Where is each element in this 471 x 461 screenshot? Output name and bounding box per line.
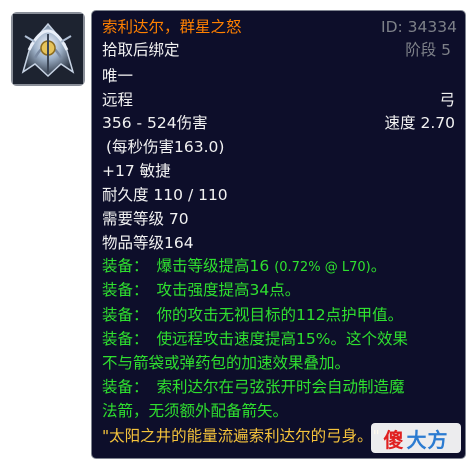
equip-prefix: 装备：: [102, 281, 149, 299]
flavor-text: "太阳之井的能量流遍索利达尔的弓身。": [102, 427, 380, 445]
stat-agility: +17 敏捷: [102, 162, 171, 180]
watermark-text: 大方: [406, 427, 449, 452]
equip-line-5-cont: 法箭，无须额外配备箭矢。: [102, 402, 289, 420]
equip-line-2: 装备： 攻击强度提高34点。: [102, 280, 300, 300]
equip-text: 你的攻击无视目标的112点护甲值。: [156, 306, 404, 324]
site-watermark: 傻大方: [371, 423, 461, 453]
item-tooltip: 索利达尔，群星之怒 ID: 34334 拾取后绑定 阶段 5 唯一 远程 弓 3…: [91, 10, 466, 459]
equip-line-5: 装备： 索利达尔在弓弦张开时会自动制造魔: [102, 377, 405, 397]
dps-value: (每秒伤害163.0): [106, 138, 225, 156]
item-name: 索利达尔，群星之怒: [102, 18, 242, 36]
required-level: 需要等级 70: [102, 210, 189, 228]
bind-type: 拾取后绑定: [102, 41, 180, 59]
item-id: ID: 34334: [381, 18, 457, 36]
equip-line-3: 装备： 你的攻击无视目标的112点护甲值。: [102, 305, 403, 325]
bow-item-icon[interactable]: [11, 12, 85, 86]
equip-text: 攻击强度提高34点。: [156, 281, 301, 299]
equip-line-1: 装备： 爆击等级提高16 (0.72% @ L70)。: [102, 256, 386, 278]
unique-label: 唯一: [102, 67, 134, 85]
damage-range: 356 - 524伤害: [102, 114, 208, 132]
durability: 耐久度 110 / 110: [102, 186, 228, 204]
equip-prefix: 装备：: [102, 330, 149, 348]
equip-prefix: 装备：: [102, 306, 149, 324]
item-stage: 阶段 5: [405, 41, 451, 59]
equip-text: 使远程攻击速度提高15%。这个效果: [156, 330, 408, 348]
equip-line-4: 装备： 使远程攻击速度提高15%。这个效果: [102, 329, 408, 349]
equip-prefix: 装备：: [102, 378, 149, 396]
equip-text: 索利达尔在弓弦张开时会自动制造魔: [156, 378, 405, 396]
item-level: 物品等级164: [102, 234, 194, 252]
equip-suffix: 。: [370, 257, 387, 275]
weapon-type: 弓: [439, 91, 455, 109]
attack-speed: 速度 2.70: [384, 114, 455, 132]
watermark-char: 傻: [383, 427, 405, 452]
equip-note: (0.72% @ L70): [274, 260, 371, 275]
equip-text: 爆击等级提高16: [156, 257, 270, 275]
equip-line-4-cont: 不与箭袋或弹药包的加速效果叠加。: [102, 354, 351, 372]
item-slot: 远程: [102, 91, 134, 109]
equip-prefix: 装备：: [102, 257, 149, 275]
